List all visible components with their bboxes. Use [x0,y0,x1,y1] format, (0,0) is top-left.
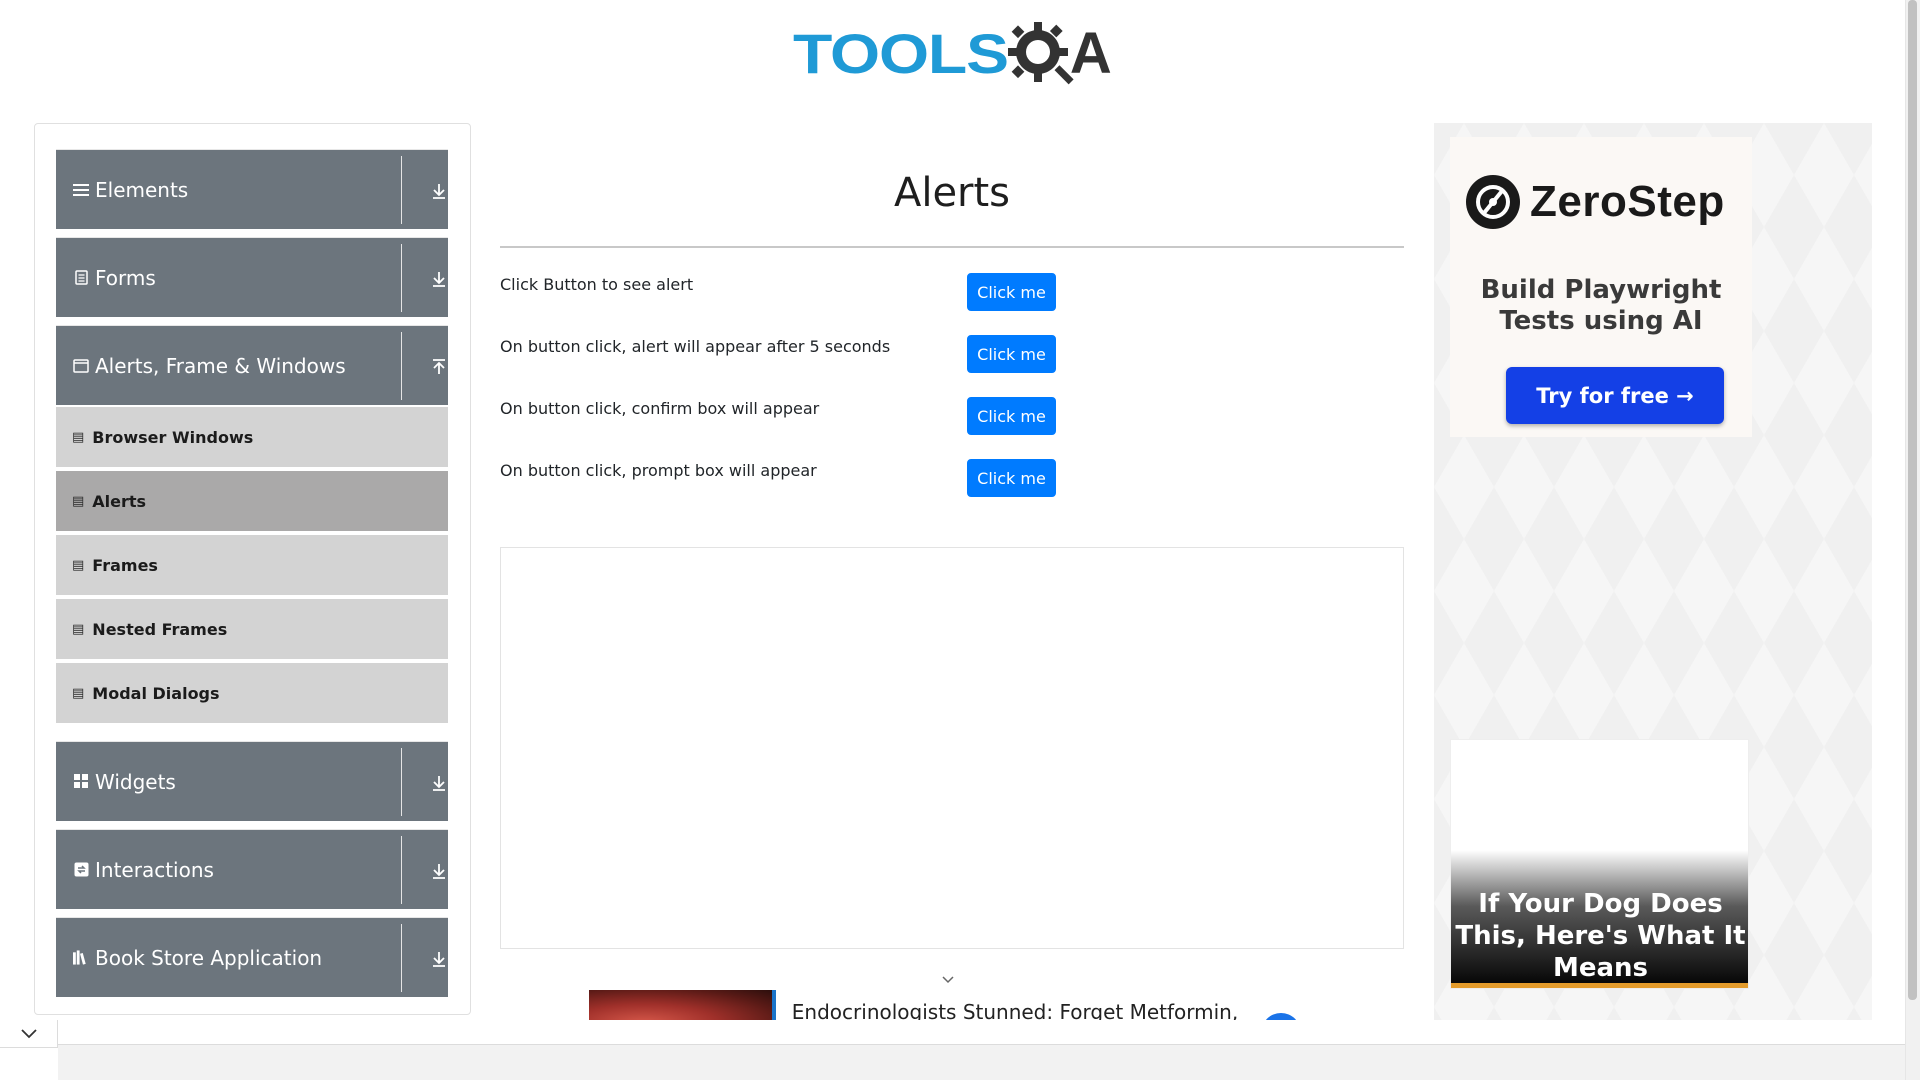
expand-down-icon[interactable] [430,862,448,880]
list-bullet-icon: ▤ [72,493,85,509]
confirm-button[interactable]: Click me [967,397,1056,435]
list-bullet-icon: ▤ [72,621,85,637]
group-header-forms[interactable]: Forms [56,237,448,317]
divider [401,244,402,312]
divider [401,924,402,992]
dog-ad[interactable]: If Your Dog Does This, Here's What It Me… [1450,739,1749,989]
zerostep-mark-icon [1466,175,1520,229]
ad-placeholder [500,547,1404,949]
group-header-widgets[interactable]: Widgets [56,741,448,821]
zerostep-logo: ZeroStep [1466,175,1725,229]
try-for-free-button[interactable]: Try for free → [1506,367,1724,424]
expand-down-icon[interactable] [430,182,448,200]
zerostep-brand: ZeroStep [1530,177,1725,226]
bottom-anchor-strip [58,1020,1905,1045]
zerostep-tagline: Build Playwright Tests using AI [1480,275,1722,336]
group-label: Elements [95,177,189,202]
hamburger-icon [73,182,89,198]
timer-alert-button[interactable]: Click me [967,335,1056,373]
divider [401,156,402,224]
group-header-book-store[interactable]: Book Store Application [56,917,448,997]
toolsqa-logo[interactable]: TOOLS A [793,16,1112,90]
zerostep-ad[interactable]: ZeroStep Build Playwright Tests using AI… [1450,137,1752,437]
sidebar-item-label: Browser Windows [92,427,254,447]
sidebar-item-modal-dialogs[interactable]: ▤ Modal Dialogs [56,663,448,725]
group-header-interactions[interactable]: Interactions [56,829,448,909]
group-header-alerts-frame-windows[interactable]: Alerts, Frame & Windows [56,325,448,405]
dog-ad-headline: If Your Dog Does This, Here's What It Me… [1455,889,1746,983]
chevron-down-icon[interactable] [940,973,956,987]
logo-text-tools: TOOLS [793,21,1009,85]
gear-magnifier-icon [1007,22,1074,85]
bottom-bar [58,1045,1905,1080]
prompt-row-label: On button click, prompt box will appear [500,461,817,480]
page-title: Alerts [893,170,1011,216]
sidebar-item-label: Frames [92,555,158,575]
sidebar-item-label: Nested Frames [92,619,228,639]
collapse-up-icon[interactable] [430,358,448,376]
alert-row-label: Click Button to see alert [500,275,694,294]
grid-icon [73,774,89,790]
list-bullet-icon: ▤ [72,685,85,701]
sidebar-item-label: Modal Dialogs [92,683,220,703]
collapse-ad-tab[interactable] [0,1020,58,1048]
divider [401,836,402,904]
divider [401,748,402,816]
sidebar-item-nested-frames[interactable]: ▤ Nested Frames [56,599,448,661]
alert-button[interactable]: Click me [967,273,1056,311]
interaction-icon [73,862,89,878]
scrollbar-thumb[interactable] [1908,0,1917,1000]
sidebar-item-label: Alerts [92,491,147,511]
list-bullet-icon: ▤ [72,557,85,573]
window-icon [73,358,89,374]
expand-down-icon[interactable] [430,950,448,968]
confirm-row-label: On button click, confirm box will appear [500,399,820,418]
group-label: Forms [95,265,156,290]
books-icon [73,950,89,966]
timer-alert-row-label: On button click, alert will appear after… [500,337,891,356]
sidebar-item-browser-windows[interactable]: ▤ Browser Windows [56,407,448,469]
list-bullet-icon: ▤ [72,429,85,445]
title-divider [500,246,1404,248]
group-label: Alerts, Frame & Windows [95,353,346,378]
ad-accent-bar [1451,983,1748,988]
right-ad-column: ZeroStep Build Playwright Tests using AI… [1434,123,1872,1023]
divider [401,332,402,400]
chevron-down-icon [21,1029,37,1039]
sidebar-item-frames[interactable]: ▤ Frames [56,535,448,597]
expand-down-icon[interactable] [430,774,448,792]
group-label: Book Store Application [95,945,323,970]
site-header: TOOLS A [0,0,1905,110]
document-icon [73,270,89,286]
left-panel: Elements Forms Alerts, Frame & Windows ▤… [34,123,471,1015]
group-label: Widgets [95,769,176,794]
group-header-elements[interactable]: Elements [56,149,448,229]
prompt-button[interactable]: Click me [967,459,1056,497]
expand-down-icon[interactable] [430,270,448,288]
group-label: Interactions [95,857,214,882]
logo-text-a: A [1069,20,1112,86]
sidebar-item-alerts[interactable]: ▤ Alerts [56,471,448,533]
